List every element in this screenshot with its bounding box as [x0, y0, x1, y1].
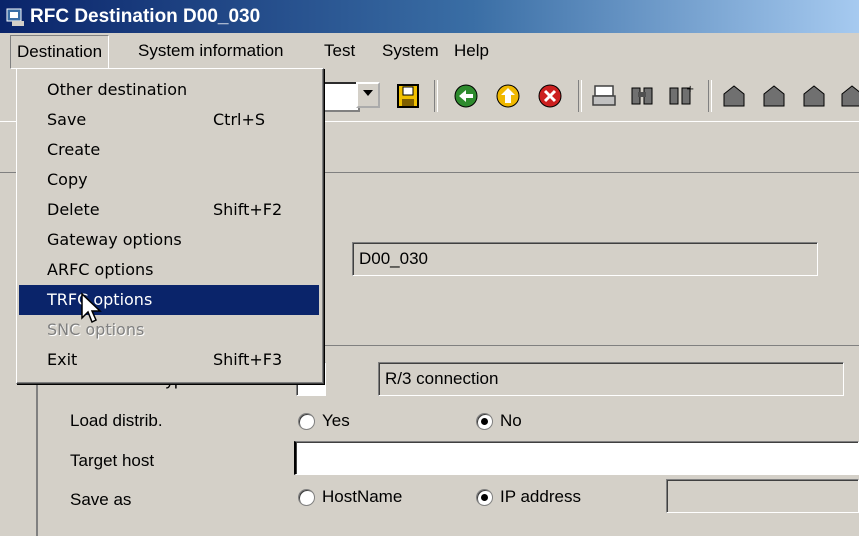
- menu-item-save[interactable]: Save Ctrl+S: [19, 105, 319, 135]
- menu-item-gateway-options[interactable]: Gateway options: [19, 225, 319, 255]
- command-field-dropdown[interactable]: [356, 82, 380, 108]
- connection-type-description: R/3 connection: [378, 362, 844, 396]
- toolbar-separator: [578, 80, 582, 112]
- save-as-label: Save as: [70, 490, 132, 509]
- menu-item-copy[interactable]: Copy: [19, 165, 319, 195]
- menu-item-delete[interactable]: Delete Shift+F2: [19, 195, 319, 225]
- menu-test[interactable]: Test: [318, 33, 361, 69]
- menu-help[interactable]: Help: [448, 33, 495, 69]
- window-titlebar: RFC Destination D00_030: [0, 0, 859, 33]
- menu-item-arfc-options[interactable]: ARFC options: [19, 255, 319, 285]
- destination-menu-dropdown: Other destination Save Ctrl+S Create Copy…: [16, 68, 324, 384]
- load-distrib-yes-radio[interactable]: [298, 413, 315, 430]
- target-host-label: Target host: [70, 451, 155, 470]
- last-page-icon[interactable]: [838, 82, 859, 110]
- save-as-hostname-radio[interactable]: [298, 489, 315, 506]
- load-distrib-no-radio[interactable]: [476, 413, 493, 430]
- target-host-input[interactable]: [294, 441, 859, 475]
- exit-icon[interactable]: [494, 82, 522, 110]
- menu-system-information[interactable]: System information: [132, 33, 290, 69]
- save-as-ip-radio[interactable]: [476, 489, 493, 506]
- sap-window-icon: [6, 8, 24, 26]
- window-title: RFC Destination D00_030: [30, 6, 261, 27]
- menu-item-trfc-options[interactable]: TRFC options: [19, 285, 319, 315]
- back-icon[interactable]: [452, 82, 480, 110]
- first-page-icon[interactable]: [720, 82, 748, 110]
- cancel-icon[interactable]: [536, 82, 564, 110]
- menu-item-snc-options: SNC options: [47, 320, 145, 339]
- rfc-destination-field: D00_030: [352, 242, 818, 276]
- save-as-hostname-label: HostName: [322, 487, 403, 506]
- toolbar-separator: [434, 80, 438, 112]
- find-next-icon[interactable]: +: [666, 82, 694, 110]
- find-icon[interactable]: [628, 82, 656, 110]
- chevron-down-icon: [363, 90, 373, 96]
- previous-page-icon[interactable]: [760, 82, 788, 110]
- load-distrib-no-label: No: [500, 411, 522, 430]
- menu-destination[interactable]: Destination: [10, 35, 110, 69]
- save-as-value-field: [666, 479, 859, 513]
- menu-system[interactable]: System: [376, 33, 445, 69]
- next-page-icon[interactable]: [800, 82, 828, 110]
- svg-text:+: +: [686, 84, 694, 95]
- menu-item-create[interactable]: Create: [19, 135, 319, 165]
- menubar: Destination System information Test Syst…: [0, 33, 859, 69]
- menu-item-other-destination[interactable]: Other destination: [19, 75, 319, 105]
- save-as-ip-label: IP address: [500, 487, 581, 506]
- mouse-pointer-icon: [81, 292, 102, 324]
- toolbar-separator: [708, 80, 712, 112]
- load-distrib-yes-label: Yes: [322, 411, 350, 430]
- save-icon[interactable]: [394, 82, 422, 110]
- print-icon[interactable]: [590, 82, 618, 110]
- menu-item-exit[interactable]: Exit Shift+F3: [19, 345, 319, 375]
- load-distrib-label: Load distrib.: [70, 411, 163, 430]
